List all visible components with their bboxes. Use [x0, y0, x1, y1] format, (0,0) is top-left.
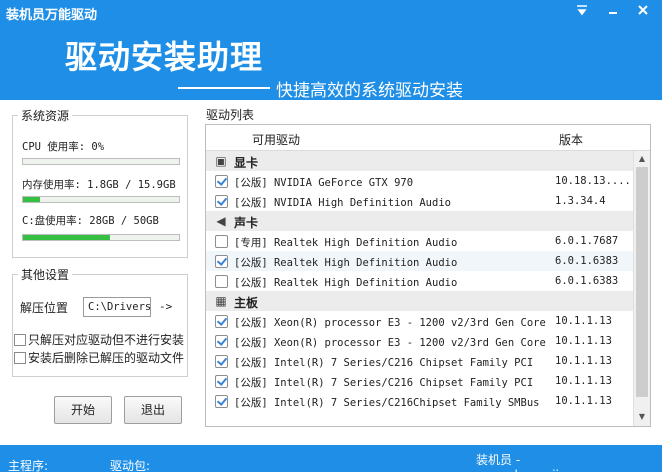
extract-location-label: 解压位置 [20, 301, 69, 315]
driver-checkbox[interactable] [215, 335, 228, 348]
driver-checkbox[interactable] [215, 355, 228, 368]
driver-row[interactable]: [公版] Xeon(R) processor E3 - 1200 v2/3rd … [206, 331, 633, 351]
window-title: 装机员万能驱动 [6, 8, 98, 23]
driver-pack-text: 驱动包: 1.0.0.1 [110, 459, 151, 472]
memory-usage-bar [22, 196, 180, 203]
banner-title: 驱动安装助理 [65, 38, 264, 76]
driver-rows: ▣ 显卡 [公版] NVIDIA GeForce GTX 970 10.18.13..… [206, 151, 633, 411]
left-panel: CPU 使用率: 0% 内存使用率: 1.8GB / 15.9GB C:盘使用率… [0, 100, 198, 442]
banner-divider [178, 87, 270, 89]
minimize-icon[interactable] [604, 3, 622, 21]
column-available-drivers: 可用驱动 [252, 133, 301, 147]
driver-name: [公版] Xeon(R) processor E3 - 1200 v2/3rd … [234, 317, 546, 329]
driver-checkbox[interactable] [215, 275, 228, 288]
disk-usage-label: C:盘使用率: 28GB / 50GB [22, 215, 159, 227]
driver-row[interactable]: [公版] NVIDIA GeForce GTX 970 10.18.13.... [206, 171, 633, 191]
driver-row[interactable]: [公版] Realtek High Definition Audio 6.0.1.… [206, 251, 633, 271]
driver-checkbox[interactable] [215, 375, 228, 388]
memory-usage-fill [23, 197, 41, 202]
driver-row[interactable]: [公版] Intel(R) 7 Series/C216 Chipset Fami… [206, 351, 633, 371]
other-settings-title: 其他设置 [18, 266, 73, 283]
driver-checkbox[interactable] [215, 175, 228, 188]
category-row[interactable]: ▣ 显卡 [206, 151, 633, 171]
close-icon[interactable] [634, 3, 652, 21]
scroll-down-icon[interactable]: ▼ [634, 409, 650, 425]
system-resources-group: CPU 使用率: 0% 内存使用率: 1.8GB / 15.9GB C:盘使用率… [12, 115, 188, 258]
cpu-usage-bar [22, 158, 180, 165]
driver-name: [公版] Realtek High Definition Audio [234, 277, 458, 289]
delete-after-checkbox[interactable] [14, 352, 26, 364]
driver-name: [公版] NVIDIA GeForce GTX 970 [234, 177, 414, 189]
main-program-text: 主程序: 1.0.0.1 [8, 459, 49, 472]
status-bar: 主程序: 1.0.0.1 驱动包: 1.0.0.1 装机员 - www.zhua… [0, 445, 662, 472]
menu-icon[interactable] [573, 3, 591, 21]
start-button[interactable]: 开始 [54, 396, 112, 424]
extract-location-input[interactable]: C:\Drivers [83, 297, 151, 317]
extract-only-checkbox[interactable] [14, 334, 26, 346]
memory-usage-label: 内存使用率: 1.8GB / 15.9GB [22, 179, 176, 191]
category-label: 显卡 [234, 156, 259, 170]
scroll-up-icon[interactable]: ▲ [634, 151, 650, 167]
system-resources-title: 系统资源 [18, 107, 73, 124]
browse-arrow-button[interactable]: -> [159, 300, 172, 313]
banner: 驱动安装助理 快捷高效的系统驱动安装 [0, 24, 662, 100]
category-row[interactable]: ▦ 主板 [206, 291, 633, 311]
minimize-glyph-icon [609, 12, 617, 14]
title-bar: 装机员万能驱动 [0, 0, 662, 24]
extract-only-label: 只解压对应驱动但不进行安装 [28, 333, 185, 347]
driver-list: 可用驱动 版本 ▣ 显卡 [公版] NVIDIA GeForce GTX 970 10… [205, 124, 651, 427]
driver-row[interactable]: [公版] NVIDIA High Definition Audio 1.3.34.… [206, 191, 633, 211]
vertical-scrollbar[interactable]: ▲ ▼ [633, 151, 650, 426]
driver-version: 6.0.1.6383 [555, 275, 619, 287]
exit-button[interactable]: 退出 [124, 396, 182, 424]
driver-version: 10.1.1.13 [555, 315, 612, 327]
driver-version: 6.0.1.6383 [555, 255, 619, 267]
driver-version: 10.1.1.13 [555, 355, 612, 367]
delete-after-label: 安装后删除已解压的驱动文件 [28, 351, 185, 365]
driver-name: [公版] Realtek High Definition Audio [234, 257, 458, 269]
speaker-icon: ◀ [216, 214, 226, 228]
scroll-thumb[interactable] [636, 167, 648, 397]
driver-name: [公版] Xeon(R) processor E3 - 1200 v2/3rd … [234, 337, 546, 349]
category-label: 声卡 [234, 216, 259, 230]
driver-version: 6.0.1.7687 [555, 235, 619, 247]
driver-row[interactable]: [公版] Xeon(R) processor E3 - 1200 v2/3rd … [206, 311, 633, 331]
driver-name: [公版] NVIDIA High Definition Audio [234, 197, 451, 209]
driver-checkbox[interactable] [215, 195, 228, 208]
driver-row[interactable]: [公版] Intel(R) 7 Series/C216Chipset Famil… [206, 391, 633, 411]
disk-usage-fill [23, 235, 111, 240]
banner-subtitle: 快捷高效的系统驱动安装 [276, 81, 463, 100]
driver-checkbox[interactable] [215, 395, 228, 408]
driver-row[interactable]: [公版] Realtek High Definition Audio 6.0.1.… [206, 271, 633, 291]
driver-list-header: 可用驱动 版本 [206, 125, 650, 151]
option-delete-after-install[interactable]: 安装后删除已解压的驱动文件 [14, 349, 184, 366]
driver-version: 1.3.34.4 [555, 195, 606, 207]
driver-row[interactable]: [专用] Realtek High Definition Audio 6.0.1.… [206, 231, 633, 251]
site-link[interactable]: 装机员 - www.zhuangjiyuan.com [476, 451, 662, 472]
driver-name: [公版] Intel(R) 7 Series/C216Chipset Famil… [234, 397, 540, 409]
close-glyph-icon [638, 5, 648, 15]
driver-checkbox[interactable] [215, 315, 228, 328]
disk-usage-bar [22, 234, 180, 241]
category-label: 主板 [234, 296, 259, 310]
driver-version: 10.1.1.13 [555, 335, 612, 347]
driver-row[interactable]: [公版] Intel(R) 7 Series/C216 Chipset Fami… [206, 371, 633, 391]
driver-version: 10.1.1.13 [555, 375, 612, 387]
driver-checkbox[interactable] [215, 235, 228, 248]
motherboard-icon: ▦ [215, 294, 227, 308]
menu-arrow-icon [577, 5, 587, 16]
driver-list-title: 驱动列表 [206, 108, 255, 122]
driver-name: [公版] Intel(R) 7 Series/C216 Chipset Fami… [234, 357, 534, 369]
driver-name: [公版] Intel(R) 7 Series/C216 Chipset Fami… [234, 377, 534, 389]
option-extract-only[interactable]: 只解压对应驱动但不进行安装 [14, 331, 184, 348]
column-version: 版本 [559, 133, 584, 147]
category-row[interactable]: ◀ 声卡 [206, 211, 633, 231]
driver-checkbox[interactable] [215, 255, 228, 268]
driver-name: [专用] Realtek High Definition Audio [234, 237, 458, 249]
display-icon: ▣ [215, 154, 227, 168]
cpu-usage-label: CPU 使用率: 0% [22, 141, 105, 153]
other-settings-group: 解压位置 C:\Drivers -> 只解压对应驱动但不进行安装 安装后删除已解… [12, 274, 188, 377]
driver-version: 10.18.13.... [555, 175, 631, 187]
driver-version: 10.1.1.13 [555, 395, 612, 407]
